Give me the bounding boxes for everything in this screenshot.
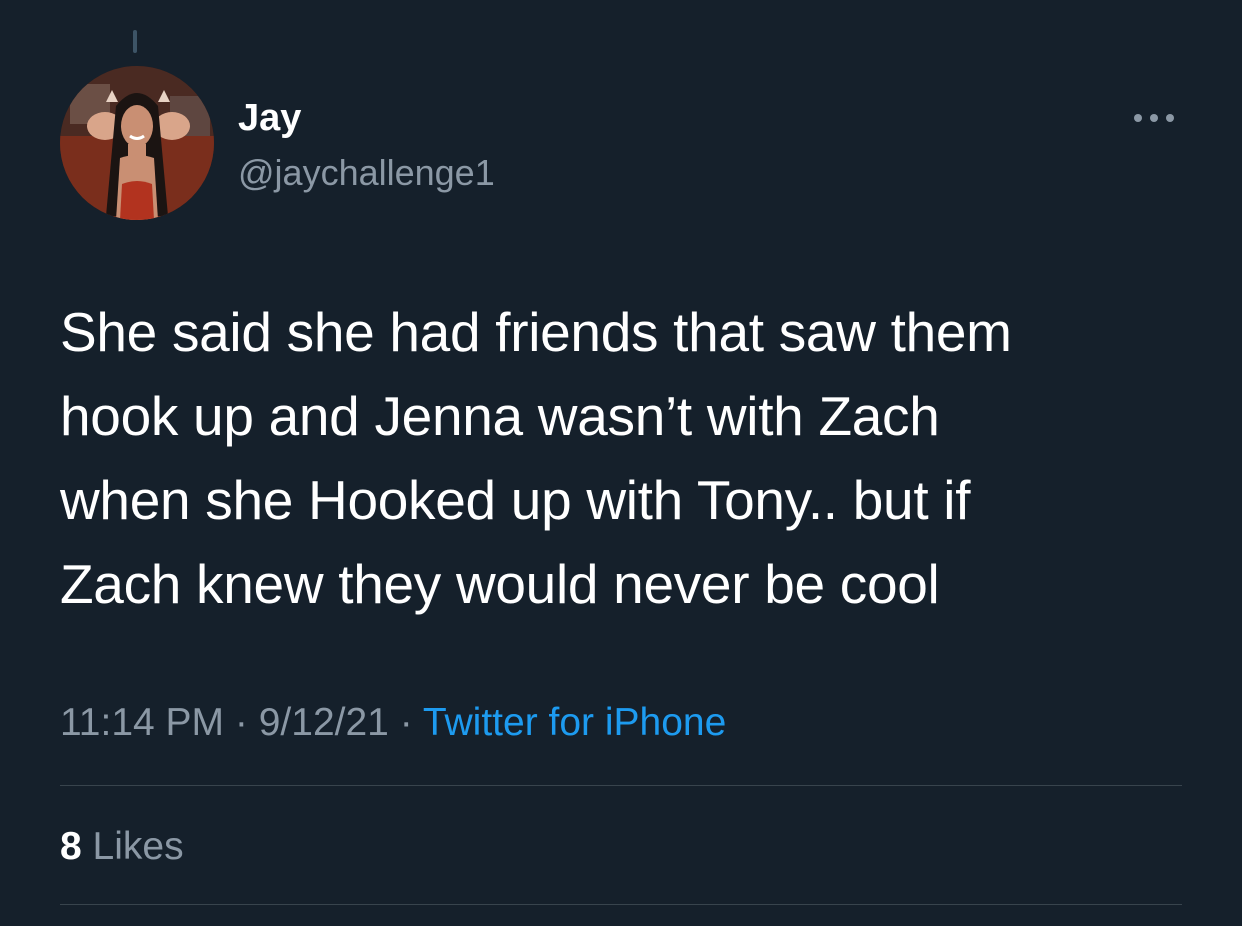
- divider: [60, 785, 1182, 786]
- avatar-photo: [60, 66, 214, 220]
- tweet-text-line: She said she had friends that saw them: [60, 301, 1012, 363]
- meta-separator: ·: [234, 701, 248, 744]
- tweet-date[interactable]: 9/12/21: [259, 701, 389, 744]
- tweet-source-link[interactable]: Twitter for iPhone: [423, 701, 726, 744]
- author-handle[interactable]: @jaychallenge1: [238, 152, 495, 194]
- more-options-button[interactable]: [1126, 100, 1182, 134]
- likes-count: 8: [60, 825, 82, 868]
- avatar[interactable]: [60, 66, 214, 220]
- thread-connector-line: [133, 30, 137, 53]
- divider: [60, 904, 1182, 905]
- tweet-text-line: Zach knew they would never be cool: [60, 553, 940, 615]
- likes-label: Likes: [92, 825, 184, 868]
- meta-separator: ·: [399, 701, 413, 744]
- author-name[interactable]: Jay: [238, 96, 301, 140]
- tweet-text: She said she had friends that saw them h…: [60, 290, 1210, 626]
- tweet-time[interactable]: 11:14 PM: [60, 701, 224, 744]
- tweet-text-line: hook up and Jenna wasn’t with Zach: [60, 385, 940, 447]
- tweet-detail: Jay @jaychallenge1 She said she had frie…: [0, 0, 1242, 926]
- tweet-text-line: when she Hooked up with Tony.. but if: [60, 469, 971, 531]
- likes-link[interactable]: 8 Likes: [60, 824, 184, 870]
- tweet-metadata: 11:14 PM · 9/12/21 · Twitter for iPhone: [60, 700, 726, 746]
